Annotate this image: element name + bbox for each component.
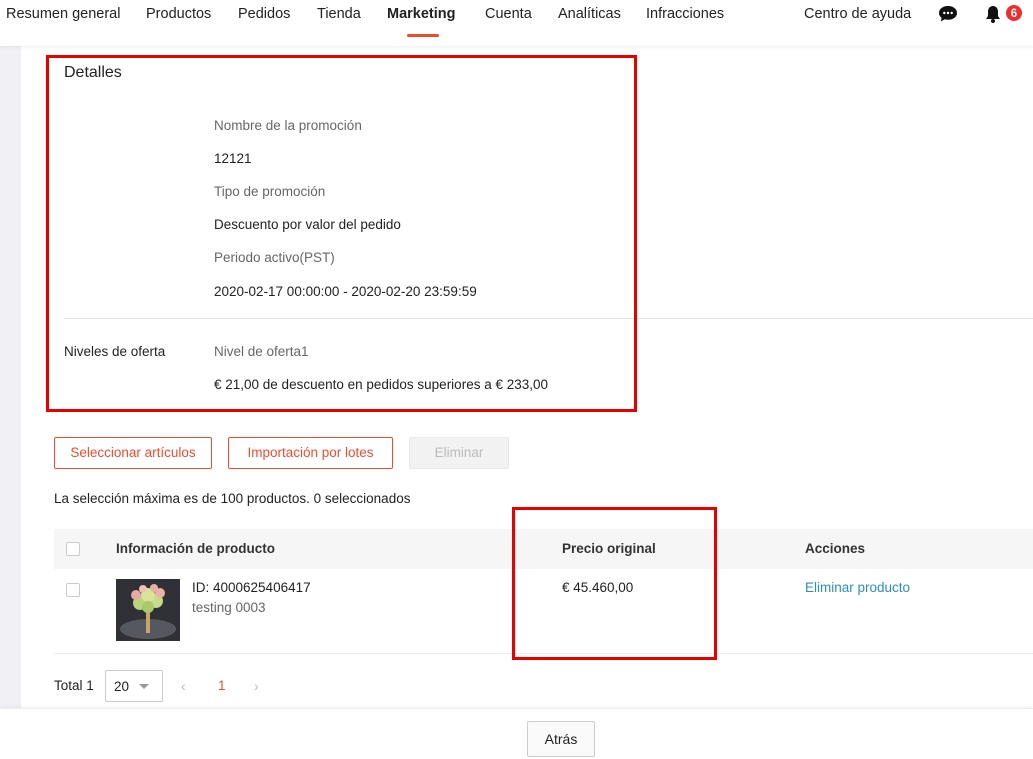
nav-overview[interactable]: Resumen general <box>6 6 120 22</box>
promotion-type-value: Descuento por valor del pedido <box>214 217 401 232</box>
promotion-name-value: 12121 <box>214 151 252 166</box>
caret-down-icon <box>139 684 149 689</box>
details-title: Detalles <box>64 64 122 81</box>
details-divider <box>64 318 1033 319</box>
top-nav: Resumen general Productos Pedidos Tienda… <box>0 0 1033 46</box>
chat-icon[interactable] <box>938 5 958 23</box>
offer-tiers-label: Niveles de oferta <box>64 344 166 359</box>
help-center-link[interactable]: Centro de ayuda <box>804 6 911 22</box>
table-header: Información de producto Precio original … <box>54 529 1033 569</box>
col-original-price: Precio original <box>562 541 656 556</box>
select-items-button[interactable]: Seleccionar artículos <box>54 437 212 469</box>
nav-analytics[interactable]: Analíticas <box>558 6 621 22</box>
nav-orders[interactable]: Pedidos <box>238 6 290 22</box>
promotion-name-label: Nombre de la promoción <box>214 118 362 133</box>
select-all-checkbox[interactable] <box>66 542 80 556</box>
page-number-current[interactable]: 1 <box>218 678 226 693</box>
batch-import-button[interactable]: Importación por lotes <box>228 437 393 469</box>
footer-bar <box>0 708 1033 759</box>
next-page-icon[interactable]: › <box>254 678 259 694</box>
bell-icon[interactable] <box>983 4 1003 24</box>
nav-products[interactable]: Productos <box>146 6 211 22</box>
nav-shop[interactable]: Tienda <box>317 6 361 22</box>
col-product-info: Información de producto <box>116 541 276 556</box>
page-size-select[interactable]: 20 <box>105 670 163 702</box>
table-row: ID: 4000625406417 testing 0003 € 45.460,… <box>54 569 1033 654</box>
offer-tier-value: € 21,00 de descuento en pedidos superior… <box>214 377 549 392</box>
row-checkbox[interactable] <box>66 583 80 597</box>
delete-button: Eliminar <box>409 437 509 469</box>
product-price: € 45.460,00 <box>562 580 634 595</box>
nav-account[interactable]: Cuenta <box>485 6 532 22</box>
promotion-type-label: Tipo de promoción <box>214 184 326 199</box>
pagination-total: Total 1 <box>54 678 94 693</box>
nav-violations[interactable]: Infracciones <box>646 6 724 22</box>
remove-product-link[interactable]: Eliminar producto <box>805 580 910 595</box>
active-period-label: Periodo activo(PST) <box>214 250 335 265</box>
left-sidebar-strip <box>0 46 21 708</box>
nav-marketing[interactable]: Marketing <box>387 6 456 22</box>
active-period-value: 2020-02-17 00:00:00 - 2020-02-20 23:59:5… <box>214 284 477 299</box>
product-thumbnail <box>116 579 180 641</box>
page-size-value: 20 <box>114 679 130 694</box>
col-actions: Acciones <box>805 541 866 556</box>
notification-badge: 6 <box>1005 4 1023 22</box>
product-name: testing 0003 <box>192 600 266 615</box>
selection-info: La selección máxima es de 100 productos.… <box>54 491 411 506</box>
product-id: ID: 4000625406417 <box>192 580 311 595</box>
prev-page-icon[interactable]: ‹ <box>181 678 186 694</box>
nav-active-indicator <box>407 34 439 37</box>
offer-tier-label: Nivel de oferta1 <box>214 344 309 359</box>
back-button[interactable]: Atrás <box>527 721 595 757</box>
